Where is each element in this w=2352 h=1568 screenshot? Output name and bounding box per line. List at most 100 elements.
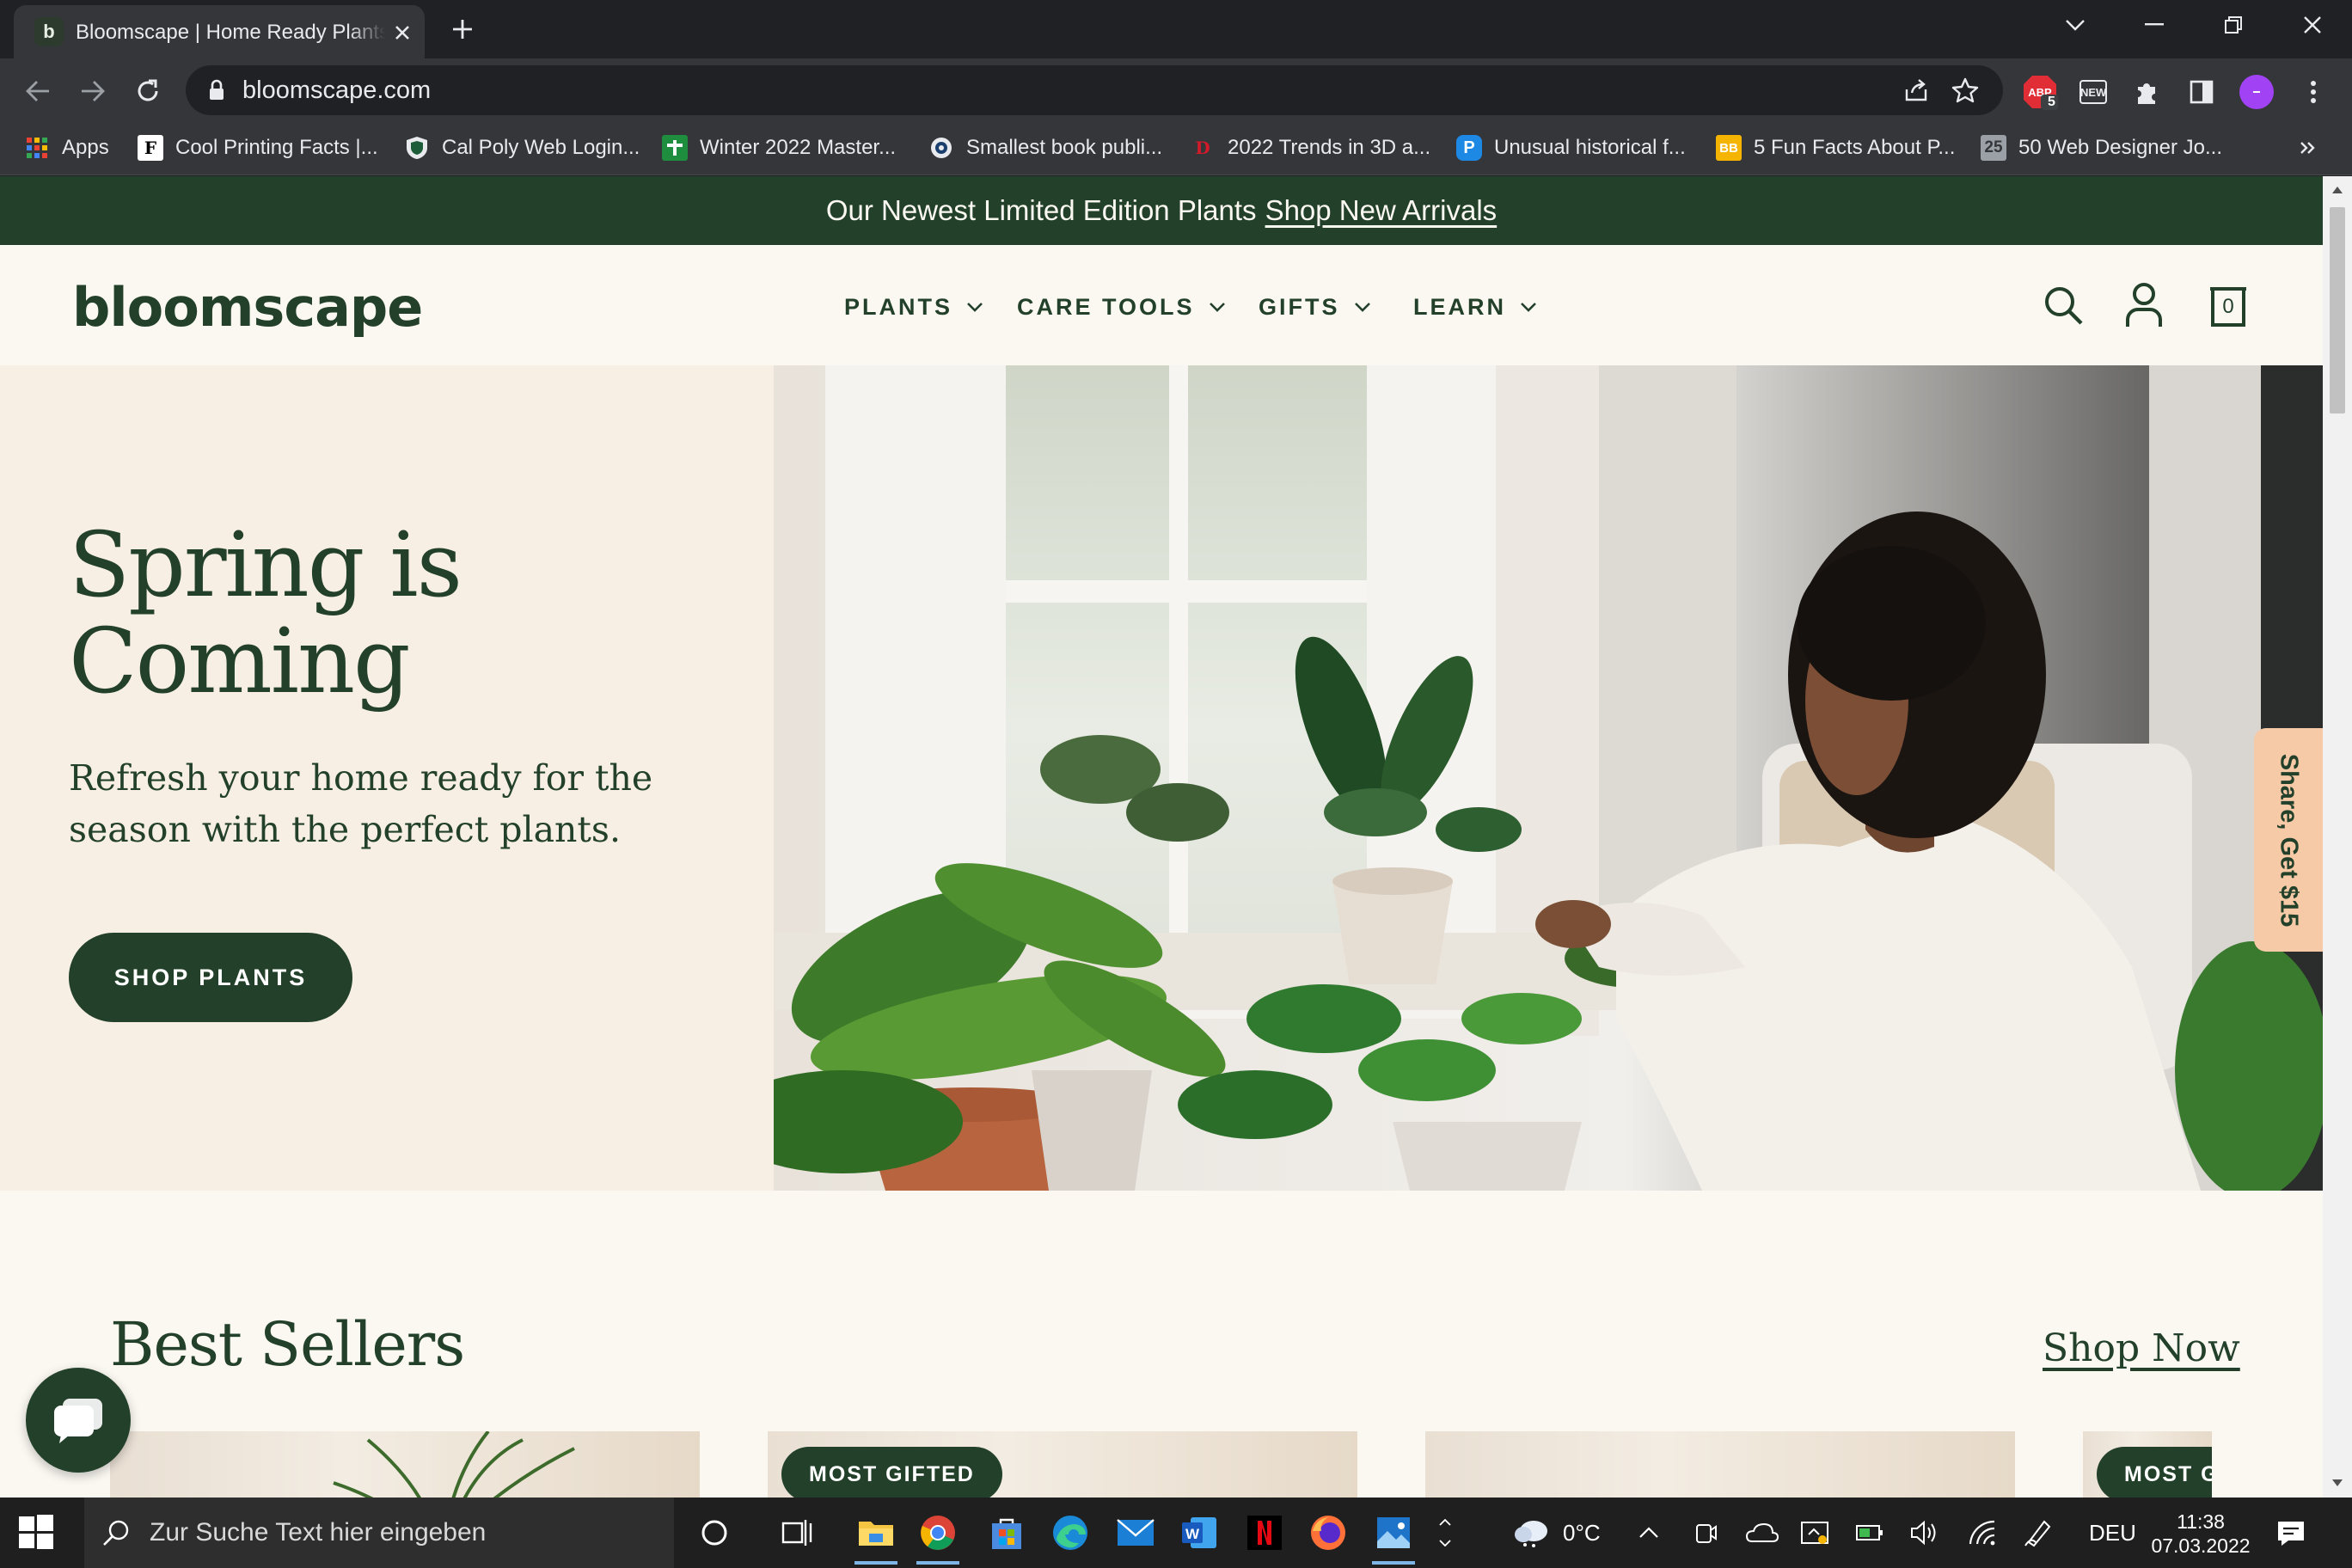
account-icon[interactable] xyxy=(2120,279,2168,331)
tab-title: Bloomscape | Home Ready Plants xyxy=(76,21,385,44)
show-hidden-icons-chevron-icon[interactable] xyxy=(1638,1498,1659,1568)
cart-count: 0 xyxy=(2222,295,2234,318)
extensions-puzzle-icon[interactable] xyxy=(2128,74,2165,110)
nav-learn[interactable]: LEARN xyxy=(1413,290,1537,324)
volume-icon[interactable] xyxy=(1910,1498,1941,1568)
clock-date: 07.03.2022 xyxy=(2151,1534,2251,1557)
bookmark-label: Winter 2022 Master... xyxy=(700,136,897,159)
side-panel-icon[interactable] xyxy=(2184,74,2220,110)
task-view-icon[interactable] xyxy=(770,1506,824,1559)
battery-icon[interactable] xyxy=(1855,1498,1884,1568)
reload-icon[interactable] xyxy=(129,72,167,110)
word-icon[interactable]: W xyxy=(1173,1506,1226,1559)
share-get-15-tab[interactable]: Share, Get $15 xyxy=(2254,728,2323,952)
bookmark-winter-2022[interactable]: Winter 2022 Master... xyxy=(662,131,896,165)
product-card[interactable] xyxy=(110,1431,700,1498)
bookmark-label: Apps xyxy=(62,136,109,159)
browser-tab[interactable]: b Bloomscape | Home Ready Plants xyxy=(14,5,425,58)
cortana-icon[interactable] xyxy=(688,1506,741,1559)
nav-plants[interactable]: PLANTS xyxy=(844,290,983,324)
windows-start-icon[interactable] xyxy=(19,1515,53,1549)
back-arrow-icon[interactable] xyxy=(19,72,57,110)
page-scrollbar[interactable] xyxy=(2323,176,2352,1498)
tab-search-icon[interactable] xyxy=(2036,0,2115,50)
shop-now-link[interactable]: Shop Now xyxy=(2043,1326,2240,1370)
nav-label: PLANTS xyxy=(844,293,952,320)
chrome-icon[interactable] xyxy=(911,1506,965,1565)
adblock-extension-icon[interactable]: ABP 5 xyxy=(2022,74,2058,110)
close-window-icon[interactable] xyxy=(2273,0,2352,50)
firefox-icon[interactable] xyxy=(1302,1506,1355,1559)
product-card[interactable] xyxy=(1425,1431,2015,1498)
minimize-window-icon[interactable] xyxy=(2115,0,2194,50)
forward-arrow-icon[interactable] xyxy=(74,72,112,110)
bookmark-cal-poly[interactable]: Cal Poly Web Login... xyxy=(404,131,640,165)
scroll-down-arrow-icon[interactable] xyxy=(2332,1479,2343,1486)
scrollbar-thumb[interactable] xyxy=(2330,207,2345,413)
bookmark-apps[interactable]: Apps xyxy=(24,131,109,165)
adblock-count-badge: 5 xyxy=(2048,95,2055,109)
hero-photo-woman-with-plants xyxy=(774,365,2323,1191)
mail-icon[interactable] xyxy=(1109,1506,1162,1559)
profile-avatar[interactable] xyxy=(2239,74,2275,110)
shop-new-arrivals-link[interactable]: Shop New Arrivals xyxy=(1265,194,1498,227)
edge-icon[interactable] xyxy=(1044,1506,1097,1559)
browser-menu-icon[interactable] xyxy=(2295,74,2331,110)
nav-care-tools[interactable]: CARE TOOLS xyxy=(1017,290,1226,324)
taskbar-clock[interactable]: 11:38 07.03.2022 xyxy=(2149,1510,2252,1558)
close-tab-icon[interactable] xyxy=(389,19,416,46)
weather-widget[interactable]: 0°C xyxy=(1513,1498,1601,1568)
netflix-icon[interactable] xyxy=(1238,1506,1291,1559)
web-page: Our Newest Limited Edition Plants Shop N… xyxy=(0,176,2323,1498)
bookmark-smallest-book[interactable]: Smallest book publi... xyxy=(928,131,1162,165)
lock-icon[interactable] xyxy=(208,79,225,101)
chat-bubble-icon[interactable] xyxy=(26,1368,131,1473)
microsoft-store-icon[interactable] xyxy=(980,1506,1033,1559)
search-icon[interactable] xyxy=(2039,279,2087,331)
bookmarks-bar: Apps F Cool Printing Facts |... Cal Poly… xyxy=(0,122,2352,175)
share-tab-label: Share, Get $15 xyxy=(2275,753,2303,927)
wifi-icon[interactable] xyxy=(1969,1498,1998,1568)
product-card[interactable]: MOST GI xyxy=(2083,1431,2212,1498)
photos-icon[interactable] xyxy=(1367,1506,1420,1565)
bookmark-cool-printing-facts[interactable]: F Cool Printing Facts |... xyxy=(138,131,378,165)
input-language[interactable]: DEU xyxy=(2089,1498,2136,1568)
bookmark-label: 5 Fun Facts About P... xyxy=(1754,136,1956,159)
shop-plants-button[interactable]: SHOP PLANTS xyxy=(69,933,352,1022)
new-extension-label: NEW xyxy=(2080,86,2107,99)
meet-now-icon[interactable] xyxy=(1692,1498,1718,1568)
screen-capture-icon[interactable] xyxy=(1800,1498,1829,1568)
plus-icon xyxy=(662,135,688,161)
bloomscape-logo[interactable]: bloomscape xyxy=(72,276,423,339)
restore-window-icon[interactable] xyxy=(2194,0,2273,50)
site-header: bloomscape PLANTS CARE TOOLS GIFTS LEARN… xyxy=(0,245,2323,365)
svg-text:W: W xyxy=(1185,1526,1200,1542)
bookmark-5-fun-facts[interactable]: BB 5 Fun Facts About P... xyxy=(1716,131,1955,165)
share-page-icon[interactable] xyxy=(1903,77,1929,103)
bookmark-50-web-designer[interactable]: 25 50 Web Designer Jo... xyxy=(1981,131,2222,165)
pen-workspace-icon[interactable] xyxy=(2024,1498,2053,1568)
clock-time: 11:38 xyxy=(2177,1510,2225,1533)
bookmark-label: 50 Web Designer Jo... xyxy=(2018,136,2223,159)
bookmark-star-icon[interactable] xyxy=(1951,77,1979,104)
address-bar[interactable]: bloomscape.com xyxy=(186,65,2003,115)
scroll-up-arrow-icon[interactable] xyxy=(2332,187,2343,193)
nav-gifts[interactable]: GIFTS xyxy=(1259,290,1371,324)
onedrive-cloud-icon[interactable] xyxy=(1745,1498,1779,1568)
most-gifted-badge: MOST GI xyxy=(2097,1447,2212,1498)
shield-icon xyxy=(404,135,430,161)
bookmark-2022-trends[interactable]: D 2022 Trends in 3D a... xyxy=(1190,131,1430,165)
product-card[interactable]: MOST GIFTED xyxy=(768,1431,1357,1498)
more-bookmarks-chevron-icon[interactable] xyxy=(2299,131,2316,165)
apps-grid-icon xyxy=(24,135,50,161)
file-explorer-icon[interactable] xyxy=(849,1506,903,1565)
notifications-icon[interactable] xyxy=(2276,1498,2306,1568)
new-extension-icon[interactable]: NEW xyxy=(2075,74,2111,110)
new-tab-button[interactable] xyxy=(444,12,481,46)
cloud-snow-icon xyxy=(1515,1521,1547,1547)
hero-title: Spring is Coming xyxy=(69,517,462,709)
bookmark-unusual-historical[interactable]: P Unusual historical f... xyxy=(1456,131,1686,165)
taskbar-search-box[interactable]: Zur Suche Text hier eingeben xyxy=(84,1498,674,1568)
taskbar-scroll-chevrons-icon[interactable] xyxy=(1432,1498,1458,1568)
cart-icon[interactable]: 0 xyxy=(2204,279,2252,331)
